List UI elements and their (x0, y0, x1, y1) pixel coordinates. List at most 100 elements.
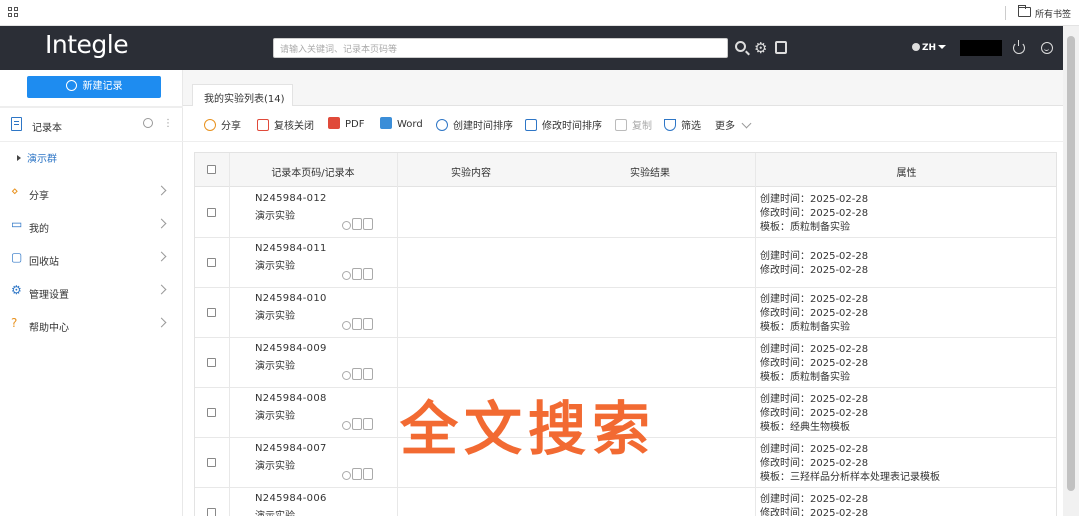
modified-time: 修改时间：2025-02-28 (760, 508, 869, 516)
column-page[interactable]: 记录本页码/记录本 (229, 164, 397, 179)
pdf-label: PDF (345, 119, 365, 130)
sidebar-item-demo-group[interactable]: 演示群 (17, 150, 57, 165)
sort-create-button[interactable]: 创建时间排序 (436, 117, 513, 132)
all-bookmarks-link[interactable]: 所有书签 (1035, 7, 1071, 20)
share-icon[interactable] (342, 421, 351, 430)
sidebar-item-mine[interactable]: ▭ 我的 (0, 209, 183, 242)
copy-button[interactable]: 复制 (615, 117, 652, 132)
row-checkbox[interactable] (207, 458, 216, 467)
gear-icon[interactable]: ⚙ (754, 41, 768, 56)
sidebar-item-recycle[interactable]: ▢ 回收站 (0, 242, 183, 275)
share-icon[interactable] (342, 221, 351, 230)
compare-icon[interactable] (363, 418, 373, 430)
row-page-id[interactable]: N245984-012 (255, 193, 327, 204)
document-icon[interactable] (352, 368, 362, 380)
review-close-button[interactable]: 复核关闭 (257, 117, 314, 132)
apps-grid-icon[interactable] (8, 7, 19, 18)
gear-icon: ⚙ (11, 283, 22, 297)
document-search-icon[interactable] (775, 41, 787, 54)
row-notebook-name: 演示实验 (255, 261, 295, 272)
row-checkbox[interactable] (207, 308, 216, 317)
sidebar-item-help[interactable]: ? 帮助中心 (0, 308, 183, 341)
feedback-icon[interactable] (1041, 42, 1053, 54)
table-row[interactable]: N245984-010 演示实验 创建时间：2025-02-28 修改时间：202… (195, 288, 1056, 338)
pdf-button[interactable]: PDF (328, 117, 364, 130)
word-button[interactable]: Word (380, 117, 423, 130)
document-icon[interactable] (352, 318, 362, 330)
row-page-id[interactable]: N245984-008 (255, 393, 327, 404)
power-icon[interactable] (1013, 40, 1025, 54)
sidebar-item-label: 回收站 (29, 257, 59, 268)
row-attributes: 创建时间：2025-02-28 修改时间：2025-02-28 模板：质粒制备实验 (760, 293, 868, 335)
search-icon[interactable] (735, 41, 746, 52)
column-content[interactable]: 实验内容 (397, 164, 545, 179)
document-icon[interactable] (352, 468, 362, 480)
filter-button[interactable]: 筛选 (664, 117, 701, 132)
row-checkbox[interactable] (207, 508, 216, 516)
new-record-button[interactable]: 新建记录 (27, 76, 161, 98)
row-page-id[interactable]: N245984-011 (255, 243, 327, 254)
document-icon[interactable] (352, 418, 362, 430)
row-checkbox[interactable] (207, 208, 216, 217)
table-row[interactable]: N245984-009 演示实验 创建时间：2025-02-28 修改时间：202… (195, 338, 1056, 388)
row-attributes: 创建时间：2025-02-28 修改时间：2025-02-28 (760, 250, 868, 278)
filter-icon (664, 119, 676, 131)
sidebar-item-share[interactable]: ⋄ 分享 (0, 176, 183, 209)
table-row[interactable]: N245984-006 演示实验 创建时间：2025-02-28 修改时间：202… (195, 488, 1056, 516)
select-all-checkbox[interactable] (207, 165, 216, 174)
notebook-header[interactable]: 记录本 ⋮ (0, 108, 183, 142)
sort-modify-label: 修改时间排序 (542, 121, 602, 132)
caret-down-icon (938, 45, 947, 49)
more-button[interactable]: 更多 (715, 117, 752, 132)
compare-icon[interactable] (363, 268, 373, 280)
document-icon[interactable] (352, 268, 362, 280)
share-icon[interactable] (342, 271, 351, 280)
language-selector[interactable]: ZH (912, 43, 947, 53)
compare-icon[interactable] (363, 468, 373, 480)
row-checkbox[interactable] (207, 358, 216, 367)
compare-icon[interactable] (363, 368, 373, 380)
sidebar-item-label: 分享 (29, 191, 49, 202)
row-page-id[interactable]: N245984-006 (255, 493, 327, 504)
table-row[interactable]: N245984-011 演示实验 创建时间：2025-02-28 修改时间：202… (195, 238, 1056, 288)
row-page-id[interactable]: N245984-010 (255, 293, 327, 304)
created-time: 创建时间：2025-02-28 (760, 294, 869, 305)
table-row[interactable]: N245984-012 演示实验 创建时间：2025-02-28 修改时间：202… (195, 188, 1056, 238)
expand-arrow-icon[interactable] (17, 155, 21, 161)
share-icon[interactable] (342, 371, 351, 380)
global-search-input[interactable]: 请输入关键词、记录本页码等 (273, 38, 728, 58)
page-scrollbar[interactable] (1063, 26, 1079, 516)
toolbar: 分享 复核关闭 PDF Word 创建时间排序 修改时间排序 复制 筛选 更多 (183, 106, 1063, 142)
row-checkbox[interactable] (207, 408, 216, 417)
template-name: 模板：质粒制备实验 (760, 222, 850, 233)
sort-create-label: 创建时间排序 (453, 121, 513, 132)
language-label: ZH (922, 43, 937, 53)
user-name-redacted[interactable] (960, 40, 1002, 56)
column-result[interactable]: 实验结果 (545, 164, 755, 179)
compare-icon[interactable] (363, 218, 373, 230)
globe-icon (912, 43, 920, 51)
sort-modify-button[interactable]: 修改时间排序 (525, 117, 602, 132)
folder-icon[interactable] (1018, 5, 1031, 17)
row-page-id[interactable]: N245984-009 (255, 343, 327, 354)
document-icon[interactable] (352, 218, 362, 230)
modified-time: 修改时间：2025-02-28 (760, 458, 869, 469)
column-attributes[interactable]: 属性 (755, 164, 1056, 179)
sidebar-item-settings[interactable]: ⚙ 管理设置 (0, 275, 183, 308)
compare-icon[interactable] (363, 318, 373, 330)
more-options-icon[interactable]: ⋮ (163, 118, 173, 129)
app-logo[interactable]: Integle (45, 30, 129, 59)
share-button[interactable]: 分享 (204, 117, 241, 132)
chevron-down-icon (741, 118, 752, 129)
row-page-id[interactable]: N245984-007 (255, 443, 327, 454)
row-notebook-name: 演示实验 (255, 507, 295, 516)
row-attributes: 创建时间：2025-02-28 修改时间：2025-02-28 模板：三羟样品分析样… (760, 443, 940, 485)
new-record-label: 新建记录 (82, 81, 123, 92)
share-icon[interactable] (342, 471, 351, 480)
share-icon[interactable] (342, 321, 351, 330)
tab-my-experiments[interactable]: 我的实验列表(14) (192, 84, 293, 106)
scrollbar-thumb[interactable] (1067, 36, 1075, 491)
notebook-search-icon[interactable] (143, 118, 153, 128)
row-checkbox[interactable] (207, 258, 216, 267)
sidebar-item-label: 管理设置 (29, 290, 69, 301)
